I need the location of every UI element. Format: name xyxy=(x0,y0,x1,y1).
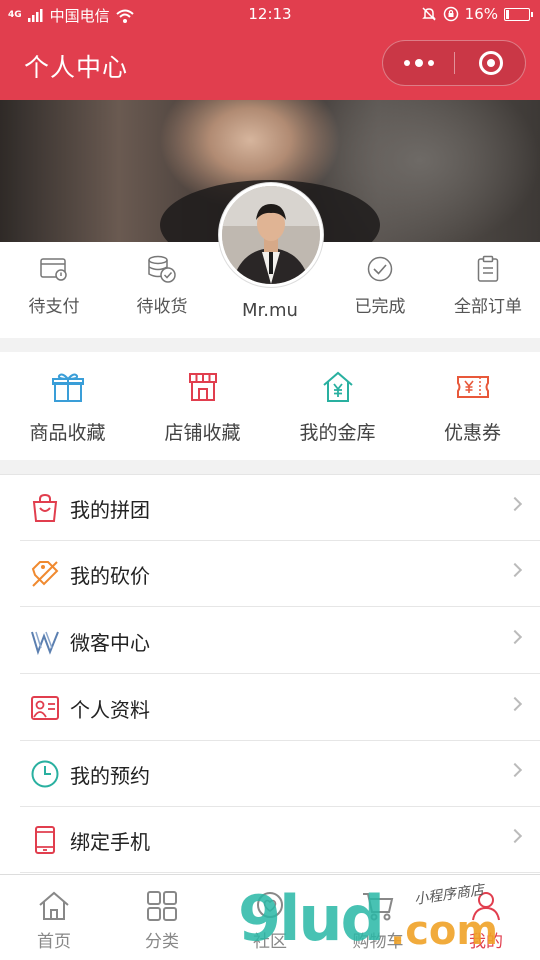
username: Mr.mu xyxy=(242,300,298,321)
tab-category[interactable]: 分类 xyxy=(108,889,216,952)
page-title: 个人中心 xyxy=(24,53,129,82)
chevron-right-icon xyxy=(507,496,523,512)
order-pending-payment[interactable]: 待支付 xyxy=(0,254,108,317)
tab-label: 我的 xyxy=(469,932,503,952)
quick-links: 商品收藏 店铺收藏 我的金库 优惠券 xyxy=(0,352,540,460)
quick-label: 店铺收藏 xyxy=(164,422,241,444)
clock-icon xyxy=(31,760,59,788)
quick-store-favorites[interactable]: 店铺收藏 xyxy=(135,370,270,445)
w-logo-icon xyxy=(31,631,59,656)
shopping-bag-icon xyxy=(32,493,58,522)
lock-rotation-icon xyxy=(443,6,458,22)
house-yen-icon xyxy=(322,371,353,402)
menu-appointments[interactable]: 我的预约 xyxy=(20,741,540,807)
check-circle-icon xyxy=(367,256,393,282)
mute-bell-icon xyxy=(421,7,436,21)
close-miniprogram-icon[interactable] xyxy=(479,51,503,75)
battery-icon xyxy=(504,7,533,21)
user-icon xyxy=(472,892,500,921)
menu-list: 我的拼团 我的砍价 微客中心 个人资料 我的预约 绑定手机 xyxy=(0,474,540,874)
battery-percent: 16% xyxy=(464,5,498,23)
tab-label: 购物车 xyxy=(352,932,404,952)
chevron-right-icon xyxy=(507,562,523,578)
tab-community[interactable]: 社区 xyxy=(216,889,324,952)
tab-cart[interactable]: 购物车 xyxy=(324,889,432,952)
menu-label: 微客中心 xyxy=(70,631,150,655)
nav-bar: 个人中心 xyxy=(0,28,540,100)
coins-icon xyxy=(148,255,176,283)
menu-label: 我的拼团 xyxy=(70,498,150,522)
order-label: 全部订单 xyxy=(454,297,522,317)
menu-bargain[interactable]: 我的砍价 xyxy=(20,541,540,607)
order-label: 已完成 xyxy=(354,297,406,317)
more-menu-button[interactable] xyxy=(383,41,455,85)
quick-coupons[interactable]: 优惠券 xyxy=(405,370,540,445)
capsule-divider xyxy=(454,52,455,74)
id-card-icon xyxy=(31,696,59,720)
chevron-right-icon xyxy=(507,762,523,778)
tab-bar: 首页 分类 社区 购物车 我的 xyxy=(0,874,540,960)
menu-weike-center[interactable]: 微客中心 xyxy=(20,608,540,674)
tab-label: 社区 xyxy=(253,932,287,952)
quick-label: 我的金库 xyxy=(299,422,376,444)
phone-icon xyxy=(35,826,55,854)
menu-label: 个人资料 xyxy=(70,698,150,722)
gift-icon xyxy=(51,373,84,402)
quick-label: 商品收藏 xyxy=(29,422,106,444)
tab-label: 分类 xyxy=(145,932,179,952)
menu-group-buy[interactable]: 我的拼团 xyxy=(20,475,540,541)
storefront-icon xyxy=(188,373,217,401)
order-completed[interactable]: 已完成 xyxy=(326,254,434,317)
avatar-photo xyxy=(222,186,320,284)
wallet-icon xyxy=(40,258,67,281)
quick-product-favorites[interactable]: 商品收藏 xyxy=(0,370,135,445)
clipboard-icon xyxy=(477,255,499,282)
avatar[interactable] xyxy=(219,183,323,287)
heart-chat-icon xyxy=(257,892,283,918)
chevron-right-icon xyxy=(507,696,523,712)
order-label: 待支付 xyxy=(28,297,80,317)
order-all[interactable]: 全部订单 xyxy=(434,254,540,317)
chevron-right-icon xyxy=(507,629,523,645)
miniprogram-capsule xyxy=(382,40,526,86)
price-tag-icon xyxy=(31,561,59,587)
tab-label: 首页 xyxy=(37,932,71,952)
menu-label: 我的砍价 xyxy=(70,564,150,588)
menu-label: 我的预约 xyxy=(70,764,150,788)
home-icon xyxy=(39,891,69,920)
menu-profile[interactable]: 个人资料 xyxy=(20,675,540,741)
status-bar: 4G 中国电信 12:13 16% xyxy=(0,0,540,28)
menu-bind-phone[interactable]: 绑定手机 xyxy=(20,807,540,873)
quick-label: 优惠券 xyxy=(443,422,501,444)
cart-icon xyxy=(363,893,394,921)
coupon-icon xyxy=(456,376,489,398)
chevron-right-icon xyxy=(507,828,523,844)
menu-label: 绑定手机 xyxy=(70,830,150,854)
grid-icon xyxy=(147,891,177,921)
quick-my-vault[interactable]: 我的金库 xyxy=(270,370,405,445)
tab-mine[interactable]: 我的 xyxy=(432,889,540,952)
more-dots-icon xyxy=(404,60,410,66)
tab-home[interactable]: 首页 xyxy=(0,889,108,952)
